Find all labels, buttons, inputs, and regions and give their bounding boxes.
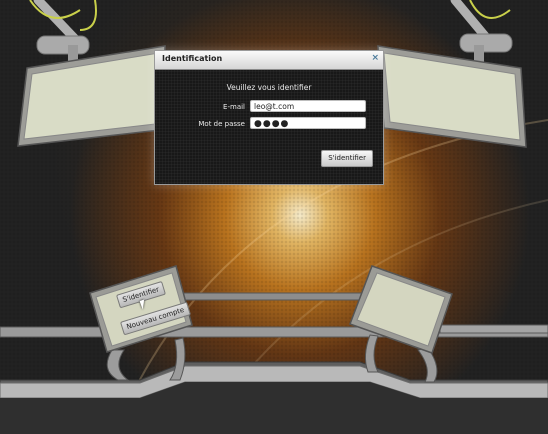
login-prompt: Veuillez vous identifier — [226, 83, 312, 92]
dialog-title: Identification — [162, 54, 223, 63]
console-body — [0, 361, 548, 434]
login-dialog: Identification × Veuillez vous identifie… — [154, 50, 384, 185]
signin-submit-button[interactable]: S'identifier — [321, 150, 373, 167]
scene: S'identifier Nouveau compte Identificati… — [0, 0, 548, 434]
right-top-monitor — [377, 45, 527, 148]
left-top-monitor — [17, 45, 166, 147]
close-icon[interactable]: × — [371, 53, 379, 63]
email-field[interactable]: leo@t.com — [250, 100, 366, 112]
password-field[interactable]: ●●●● — [250, 117, 366, 129]
email-label: E-mail — [223, 103, 245, 111]
password-label: Mot de passe — [198, 120, 245, 128]
dialog-body: Veuillez vous identifier E-mail leo@t.co… — [155, 70, 383, 184]
dialog-titlebar: Identification × — [155, 51, 383, 70]
